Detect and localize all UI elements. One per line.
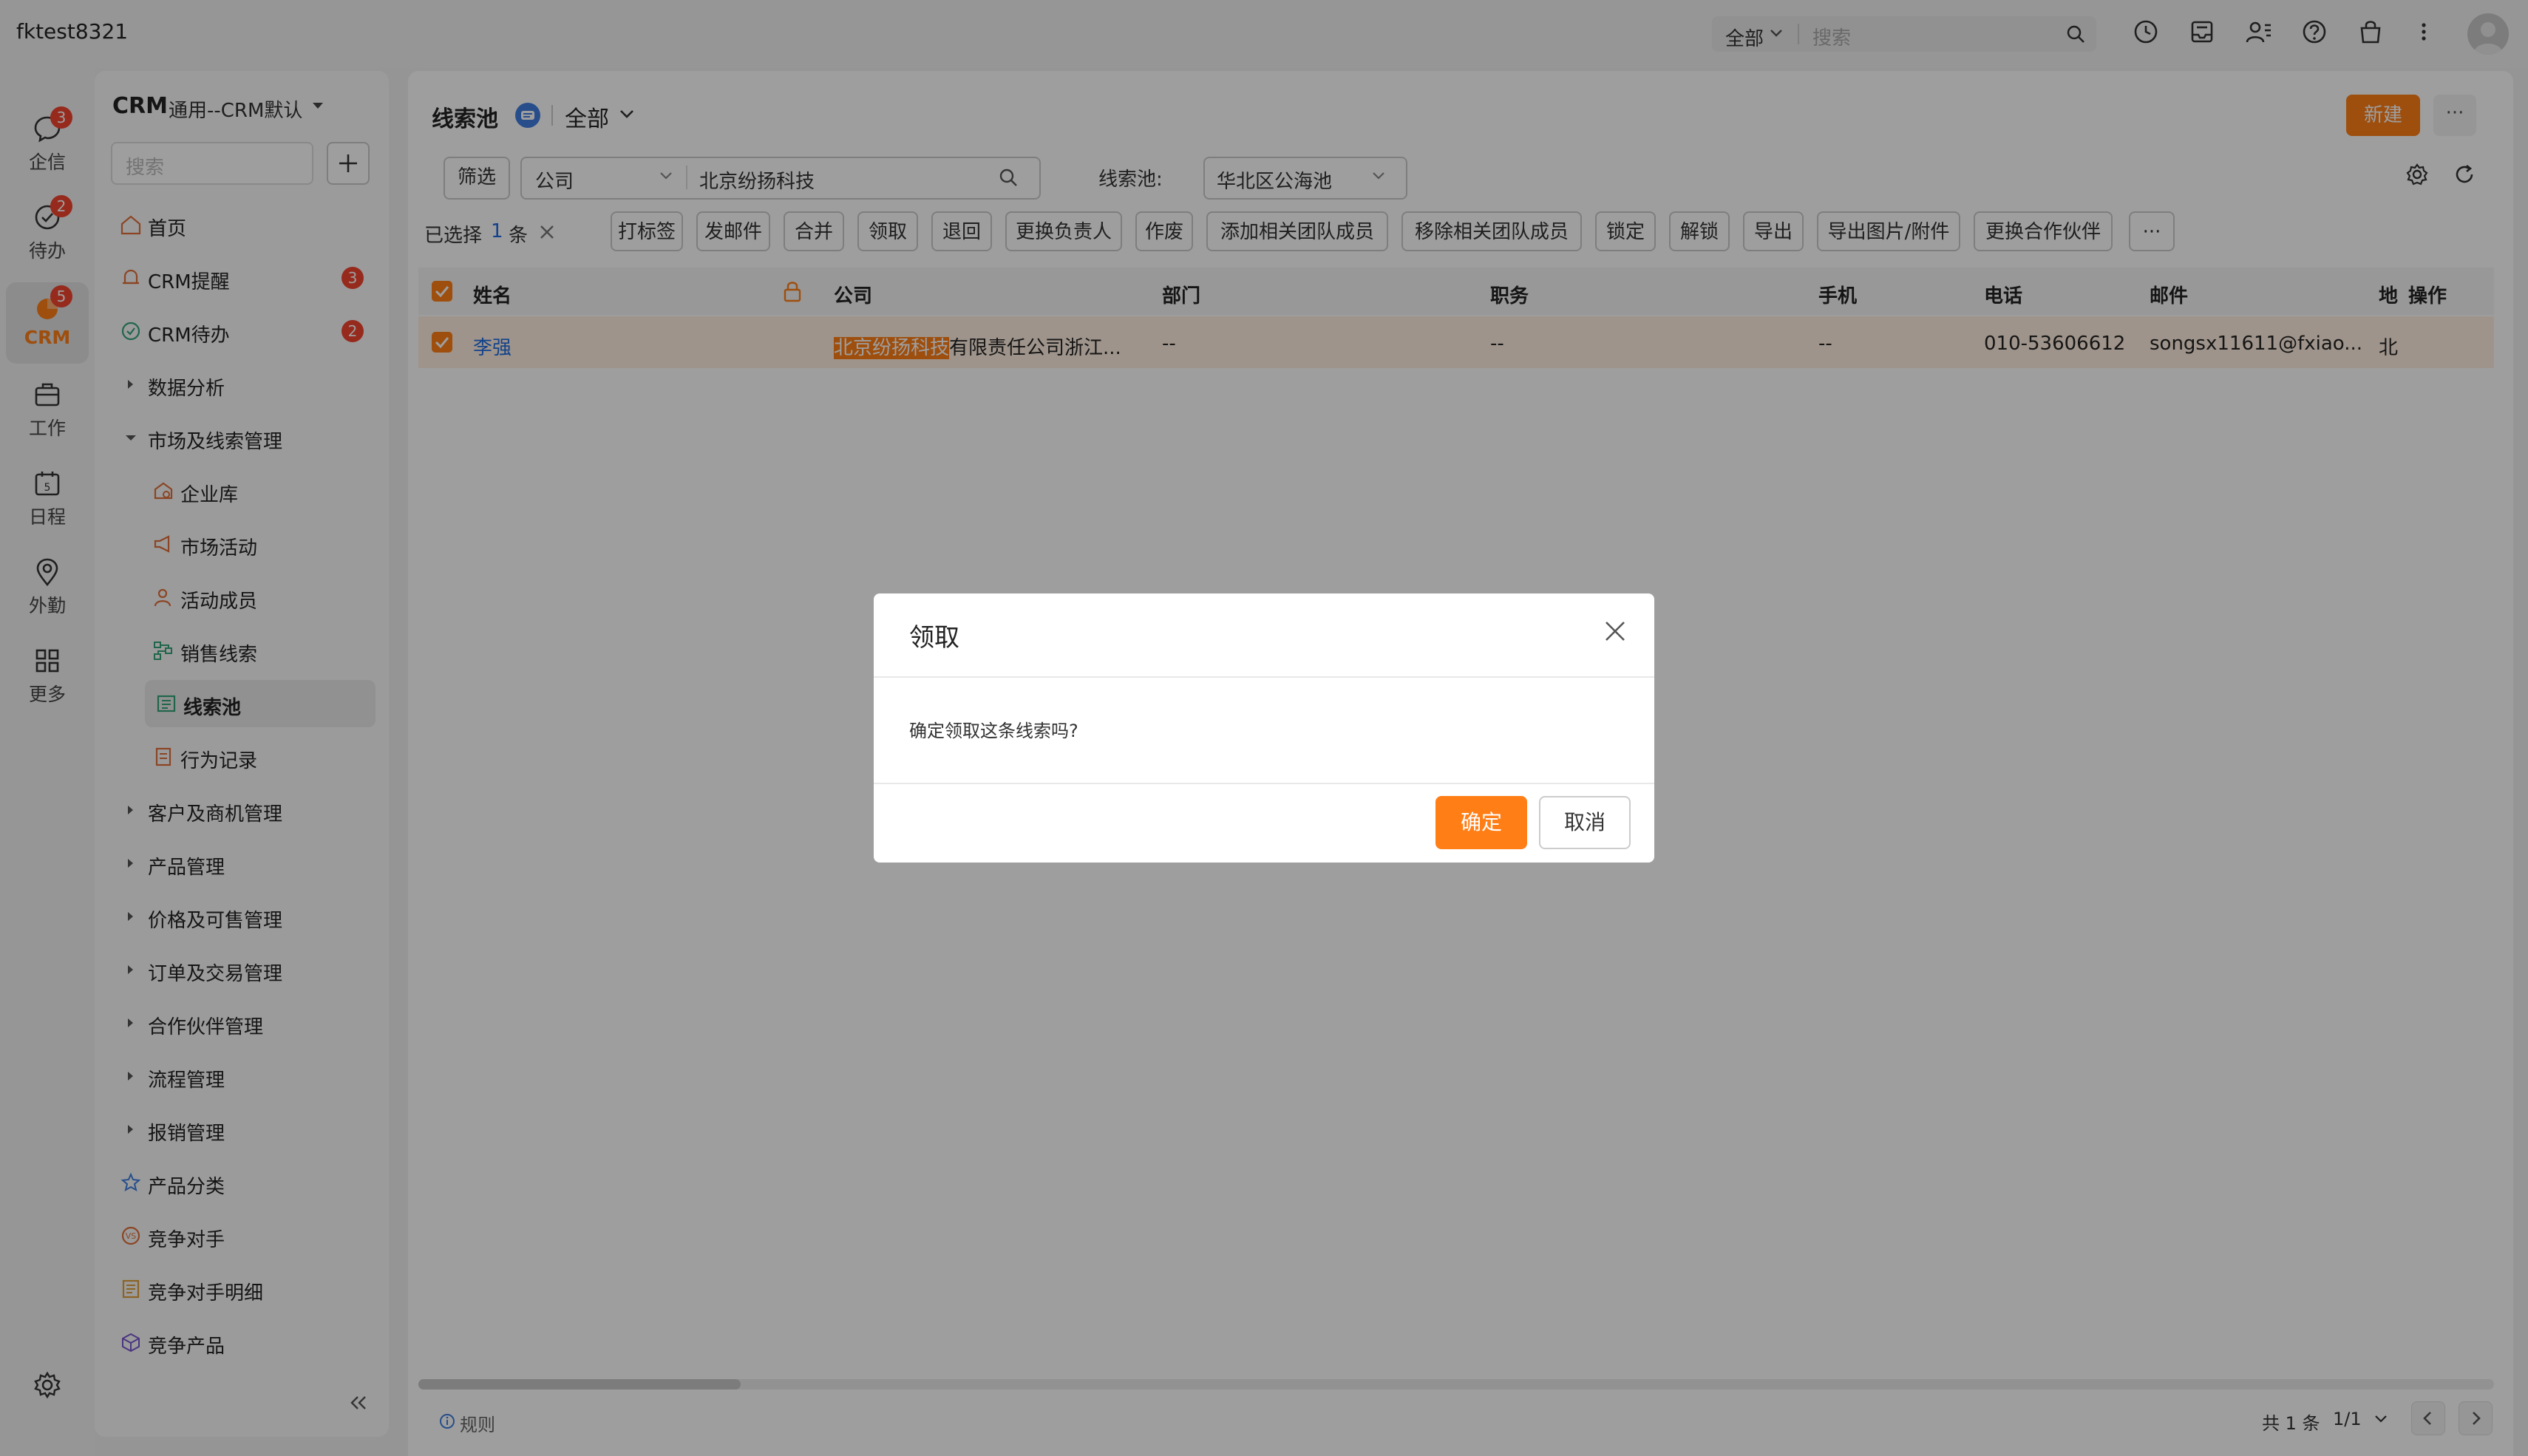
cancel-button[interactable]: 取消 [1539,796,1631,849]
close-icon[interactable] [1603,619,1628,644]
confirm-button[interactable]: 确定 [1435,796,1527,849]
dialog-message: 确定领取这条线索吗? [909,721,1078,741]
dialog-title: 领取 [909,623,959,653]
divider [874,783,1654,784]
claim-dialog: 领取 确定领取这条线索吗? 确定 取消 [874,593,1654,863]
divider [874,676,1654,678]
